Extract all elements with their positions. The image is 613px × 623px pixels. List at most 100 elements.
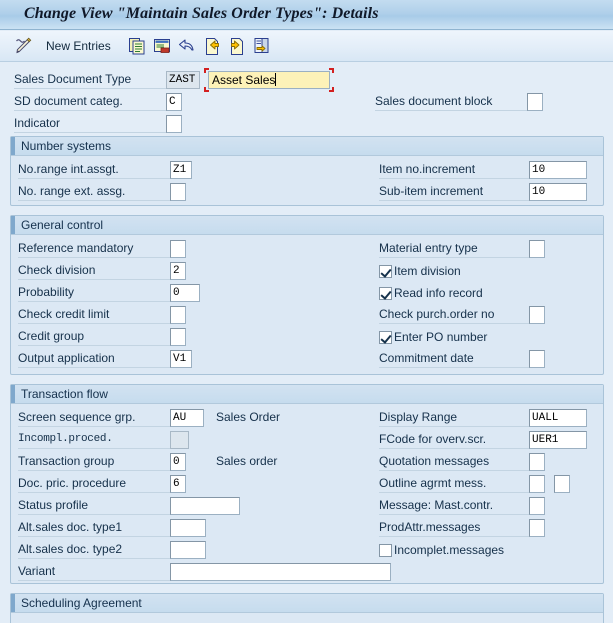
text-caret	[275, 73, 277, 86]
sales-document-type-description-input[interactable]: Asset Sales	[208, 71, 330, 89]
label-indicator: Indicator	[14, 115, 166, 133]
group-body-transaction-flow: Screen sequence grp. AU Sales Order Inco…	[11, 404, 603, 583]
label-prodattr-messages: ProdAttr.messages	[379, 519, 529, 537]
enter-po-number-checkbox[interactable]	[379, 330, 392, 344]
no-range-int-assgt-input[interactable]: Z1	[170, 161, 192, 179]
label-fcode-for-overv-scr: FCode for overv.scr.	[379, 431, 529, 449]
details-icon[interactable]	[153, 36, 171, 56]
label-message-mast-contr: Message: Mast.contr.	[379, 497, 529, 515]
label-sub-item-increment: Sub-item increment	[379, 183, 529, 201]
copy-icon[interactable]	[128, 36, 146, 56]
commitment-date-input[interactable]	[529, 350, 545, 368]
group-general-control: General control Reference mandatory Chec…	[10, 215, 604, 375]
group-header-general-control: General control	[11, 216, 603, 235]
message-mast-contr-input[interactable]	[529, 497, 545, 515]
sales-document-block-input[interactable]	[527, 93, 543, 111]
sub-item-increment-input[interactable]: 10	[529, 183, 587, 201]
variant-input[interactable]	[170, 563, 391, 581]
variants-icon[interactable]	[253, 36, 271, 56]
label-outline-agrmt-mess: Outline agrmt mess.	[379, 475, 529, 493]
label-alt-sales-doc-type2: Alt.sales doc. type2	[18, 541, 170, 559]
group-number-systems: Number systems No.range int.assgt. Z1 It…	[10, 136, 604, 206]
transaction-group-text: Sales order	[216, 454, 278, 468]
outline-agrmt-mess-input[interactable]	[529, 475, 545, 493]
group-accent-bar	[11, 594, 15, 612]
prodattr-messages-input[interactable]	[529, 519, 545, 537]
previous-entry-icon[interactable]	[203, 36, 221, 56]
window-title-bar: Change View "Maintain Sales Order Types"…	[0, 0, 613, 30]
new-entries-button[interactable]: New Entries	[46, 36, 111, 56]
screen-sequence-grp-text: Sales Order	[216, 410, 281, 424]
label-sales-document-block: Sales document block	[375, 93, 527, 111]
undo-icon[interactable]	[178, 36, 196, 56]
application-toolbar: New Entries	[0, 31, 613, 62]
label-incompl-proced: Incompl.proced.	[18, 431, 170, 449]
label-item-division: Item division	[394, 264, 461, 278]
status-profile-input[interactable]	[170, 497, 240, 515]
group-title-transaction-flow: Transaction flow	[21, 387, 108, 401]
page-title: Change View "Maintain Sales Order Types"…	[24, 5, 379, 22]
item-division-checkbox-row[interactable]: Item division	[379, 262, 461, 280]
incomplet-messages-checkbox-row[interactable]: Incomplet.messages	[379, 541, 504, 559]
label-reference-mandatory: Reference mandatory	[18, 240, 170, 258]
outline-agrmt-mess-secondary-input[interactable]	[554, 475, 570, 493]
group-header-scheduling-agreement: Scheduling Agreement	[11, 594, 603, 613]
transaction-group-input[interactable]: 0	[170, 453, 186, 471]
credit-group-input[interactable]	[170, 328, 186, 346]
check-purch-order-no-input[interactable]	[529, 306, 545, 324]
new-entries-label: New Entries	[46, 39, 111, 53]
display-change-icon[interactable]	[14, 36, 34, 56]
label-check-credit-limit: Check credit limit	[18, 306, 170, 324]
sap-details-screen: Change View "Maintain Sales Order Types"…	[0, 0, 613, 623]
alt-sales-doc-type2-input[interactable]	[170, 541, 206, 559]
incomplet-messages-checkbox[interactable]	[379, 543, 392, 557]
group-header-transaction-flow: Transaction flow	[11, 385, 603, 404]
label-screen-sequence-grp: Screen sequence grp.	[18, 409, 170, 427]
item-no-increment-input[interactable]: 10	[529, 161, 587, 179]
sd-document-categ-input[interactable]: C	[166, 93, 182, 111]
label-probability: Probability	[18, 284, 170, 302]
output-application-input[interactable]: V1	[170, 350, 192, 368]
read-info-record-checkbox[interactable]	[379, 286, 392, 300]
group-body-general-control: Reference mandatory Check division 2 Pro…	[11, 235, 603, 374]
material-entry-type-input[interactable]	[529, 240, 545, 258]
group-title-number-systems: Number systems	[21, 139, 112, 153]
quotation-messages-input[interactable]	[529, 453, 545, 471]
group-accent-bar	[11, 137, 15, 155]
doc-pric-procedure-input[interactable]: 6	[170, 475, 186, 493]
label-material-entry-type: Material entry type	[379, 240, 529, 258]
label-read-info-record: Read info record	[394, 286, 483, 300]
probability-input[interactable]: 0	[170, 284, 200, 302]
alt-sales-doc-type1-input[interactable]	[170, 519, 206, 537]
group-body-number-systems: No.range int.assgt. Z1 Item no.increment…	[11, 156, 603, 205]
label-status-profile: Status profile	[18, 497, 170, 515]
label-incomplet-messages: Incomplet.messages	[394, 543, 505, 557]
label-display-range: Display Range	[379, 409, 529, 427]
read-info-record-checkbox-row[interactable]: Read info record	[379, 284, 483, 302]
label-sales-document-type: Sales Document Type	[14, 71, 166, 89]
display-range-input[interactable]: UALL	[529, 409, 587, 427]
group-body-scheduling-agreement	[11, 613, 603, 623]
enter-po-number-checkbox-row[interactable]: Enter PO number	[379, 328, 487, 346]
label-enter-po-number: Enter PO number	[394, 330, 488, 344]
next-entry-icon[interactable]	[228, 36, 246, 56]
label-alt-sales-doc-type1: Alt.sales doc. type1	[18, 519, 170, 537]
indicator-input[interactable]	[166, 115, 182, 133]
group-accent-bar	[11, 385, 15, 403]
no-range-ext-assg-input[interactable]	[170, 183, 186, 201]
group-accent-bar	[11, 216, 15, 234]
label-item-no-increment: Item no.increment	[379, 161, 529, 179]
incompl-proced-input[interactable]	[170, 431, 189, 449]
label-sd-document-categ: SD document categ.	[14, 93, 166, 111]
group-title-scheduling-agreement: Scheduling Agreement	[21, 596, 142, 610]
group-transaction-flow: Transaction flow Screen sequence grp. AU…	[10, 384, 604, 584]
label-output-application: Output application	[18, 350, 170, 368]
screen-sequence-grp-input[interactable]: AU	[170, 409, 204, 427]
item-division-checkbox[interactable]	[379, 264, 392, 278]
fcode-for-overv-scr-input[interactable]: UER1	[529, 431, 587, 449]
check-division-input[interactable]: 2	[170, 262, 186, 280]
check-credit-limit-input[interactable]	[170, 306, 186, 324]
sales-document-type-description-value: Asset Sales	[212, 73, 276, 87]
reference-mandatory-input[interactable]	[170, 240, 186, 258]
sales-document-type-key-input[interactable]: ZAST	[166, 71, 200, 89]
